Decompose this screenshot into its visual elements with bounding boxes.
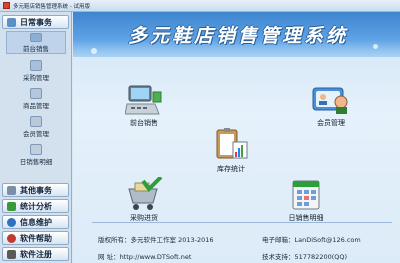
window-titlebar: 多元鞋店销售管理系统 - 试用版 (0, 0, 400, 12)
sidebar-item-label: 采购管理 (23, 74, 49, 82)
tile-label: 库存统计 (217, 165, 245, 173)
app-icon (3, 2, 10, 9)
help-icon (7, 233, 16, 243)
sidebar-section-help[interactable]: 软件帮助 (2, 231, 69, 245)
clipboard-chart-icon (216, 128, 248, 159)
banner-title: 多元鞋店销售管理系统 (127, 25, 348, 47)
other-affairs-icon (7, 185, 16, 195)
tile-front-sales[interactable]: 前台销售 (125, 82, 163, 128)
sidebar-section-label: 软件帮助 (20, 233, 52, 243)
main-panel: 多元鞋店销售管理系统 前台销售 会员管理 库存统计 采购进货 日销售明细 (73, 12, 400, 263)
sidebar-item-daily-detail[interactable]: 日销售明细 (6, 143, 66, 166)
sidebar-section-register[interactable]: 软件注册 (2, 247, 69, 261)
sidebar-section-other[interactable]: 其他事务 (2, 183, 69, 197)
banner-decoration (91, 48, 97, 54)
tile-inventory[interactable]: 库存统计 (213, 128, 249, 174)
sidebar-item-label: 会员管理 (23, 130, 49, 138)
register-key-icon (7, 249, 16, 259)
sidebar-section-label: 日常事务 (20, 17, 52, 27)
sidebar-section-daily[interactable]: 日常事务 (2, 15, 69, 29)
sidebar-section-label: 软件注册 (20, 249, 52, 259)
window-title: 多元鞋店销售管理系统 - 试用版 (13, 3, 90, 10)
email-text: 电子邮箱：LanDiSoft@126.com (262, 236, 361, 244)
daily-section-icon (7, 17, 16, 27)
computer-icon (30, 33, 42, 42)
copyright-text: 版权所有：多元软件工作室 2013-2016 (98, 236, 214, 244)
website-link[interactable]: 网 址：http://www.DTSoft.net (98, 251, 191, 261)
sidebar: 日常事务 前台销售 采购管理 商品管理 会员管理 日销售明细 其他事务 统计分析… (0, 12, 72, 263)
sidebar-item-member[interactable]: 会员管理 (6, 115, 66, 138)
cart-icon (30, 60, 42, 71)
sidebar-item-label: 商品管理 (23, 102, 49, 110)
sidebar-item-goods[interactable]: 商品管理 (6, 87, 66, 110)
sidebar-section-label: 信息维护 (20, 217, 52, 227)
banner: 多元鞋店销售管理系统 (73, 12, 400, 57)
info-maintenance-icon (7, 217, 16, 227)
footer-divider (92, 222, 392, 223)
sidebar-section-label: 统计分析 (20, 201, 52, 211)
tile-label: 前台销售 (130, 119, 158, 127)
sidebar-item-label: 前台销售 (23, 45, 49, 53)
tile-daily-detail[interactable]: 日销售明细 (287, 177, 325, 223)
sidebar-section-stats[interactable]: 统计分析 (2, 199, 69, 213)
support-text: 技术支持：517782200(QQ) (262, 253, 348, 261)
member-card-icon (312, 87, 348, 114)
cash-register-icon (125, 85, 162, 115)
detail-list-icon (30, 144, 42, 155)
cart-check-icon (128, 177, 163, 210)
member-card-icon (30, 116, 42, 127)
statistics-icon (7, 201, 16, 211)
sidebar-item-label: 日销售明细 (19, 158, 53, 166)
sidebar-section-info[interactable]: 信息维护 (2, 215, 69, 229)
shoe-box-icon (30, 88, 42, 99)
sidebar-section-label: 其他事务 (20, 185, 52, 195)
tile-member[interactable]: 会员管理 (311, 82, 351, 128)
tile-label: 会员管理 (317, 119, 345, 127)
calendar-list-icon (292, 180, 320, 210)
sidebar-item-purchase[interactable]: 采购管理 (6, 59, 66, 82)
tile-purchase[interactable]: 采购进货 (125, 177, 163, 223)
sidebar-item-front-sales[interactable]: 前台销售 (6, 31, 66, 54)
